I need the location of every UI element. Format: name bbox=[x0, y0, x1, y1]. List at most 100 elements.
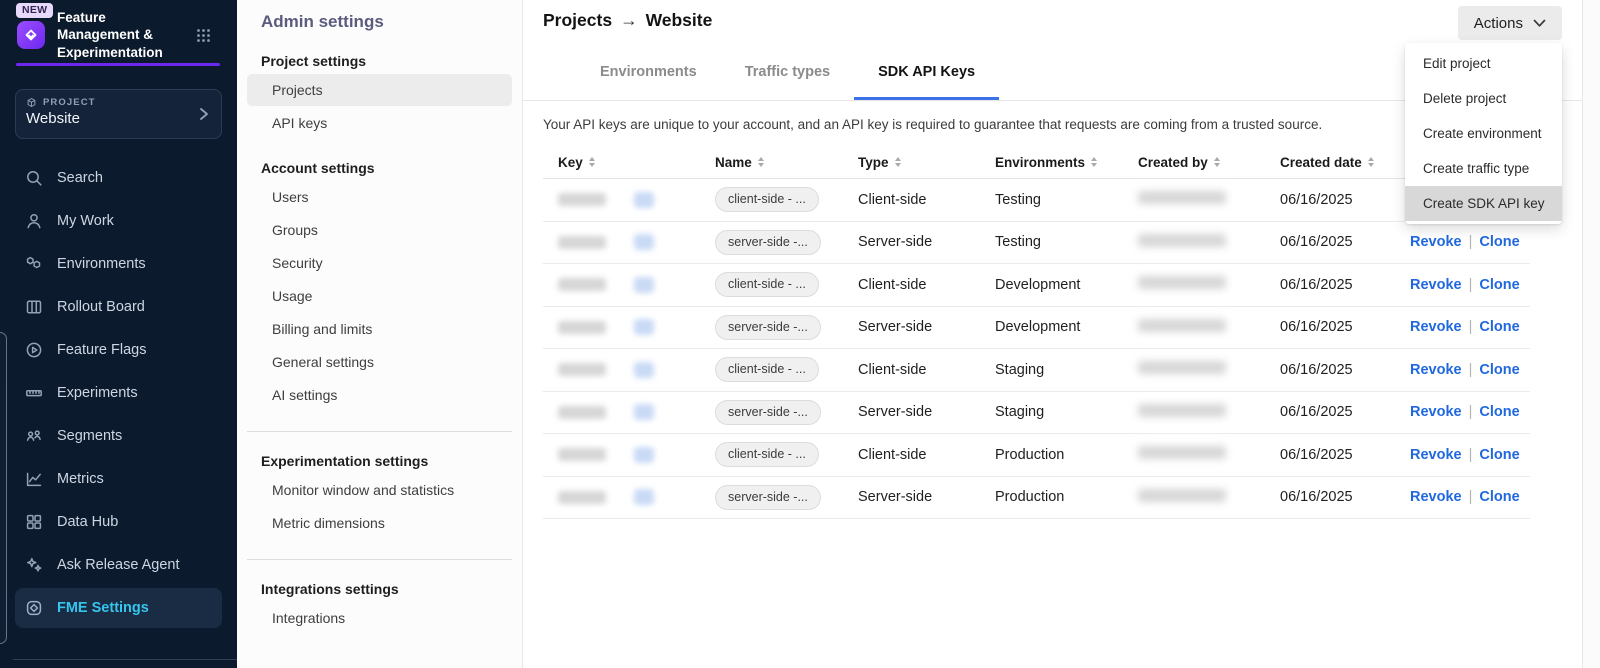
column-header-key[interactable]: Key bbox=[543, 155, 700, 170]
menu-item[interactable]: Create environment bbox=[1405, 116, 1562, 151]
sidebar-item-environments[interactable]: Environments bbox=[15, 242, 222, 285]
column-header-environments[interactable]: Environments bbox=[980, 155, 1123, 170]
sidebar-item-metrics[interactable]: Metrics bbox=[15, 457, 222, 500]
app-sidebar: NEW Feature Management & Experimentation… bbox=[0, 0, 237, 668]
settings-item-api-keys[interactable]: API keys bbox=[247, 107, 512, 139]
menu-item[interactable]: Delete project bbox=[1405, 81, 1562, 116]
api-key-type: Client-side bbox=[843, 362, 980, 378]
clone-link[interactable]: Clone bbox=[1479, 234, 1519, 250]
settings-item-billing-and-limits[interactable]: Billing and limits bbox=[247, 313, 512, 345]
clone-link[interactable]: Clone bbox=[1479, 404, 1519, 420]
clone-link[interactable]: Clone bbox=[1479, 362, 1519, 378]
clone-link[interactable]: Clone bbox=[1479, 319, 1519, 335]
settings-item-groups[interactable]: Groups bbox=[247, 214, 512, 246]
table-row: server-side -... Server-side Production … bbox=[543, 477, 1530, 520]
created-date: 06/16/2025 bbox=[1265, 362, 1395, 378]
breadcrumb-arrow: → bbox=[620, 10, 638, 31]
environments-icon bbox=[25, 255, 43, 273]
sidebar-item-segments[interactable]: Segments bbox=[15, 414, 222, 457]
breadcrumb-root[interactable]: Projects bbox=[543, 10, 612, 31]
revoke-link[interactable]: Revoke bbox=[1410, 277, 1462, 293]
divider bbox=[247, 559, 512, 560]
api-key-type: Client-side bbox=[843, 277, 980, 293]
revoke-link[interactable]: Revoke bbox=[1410, 234, 1462, 250]
copy-icon[interactable] bbox=[634, 404, 654, 420]
copy-icon[interactable] bbox=[634, 234, 654, 250]
menu-item[interactable]: Edit project bbox=[1405, 46, 1562, 81]
column-header-type[interactable]: Type bbox=[843, 155, 980, 170]
section-integrations-settings: Integrations settings bbox=[261, 581, 522, 597]
settings-item-usage[interactable]: Usage bbox=[247, 280, 512, 312]
admin-settings-panel: Admin settings Project settings Projects… bbox=[237, 0, 523, 668]
copy-icon[interactable] bbox=[634, 447, 654, 463]
settings-item-general-settings[interactable]: General settings bbox=[247, 346, 512, 378]
menu-item[interactable]: Create traffic type bbox=[1405, 151, 1562, 186]
api-key-name-pill: client-side - ... bbox=[715, 442, 819, 467]
sort-icon[interactable] bbox=[589, 157, 595, 167]
column-header-name[interactable]: Name bbox=[700, 155, 843, 170]
revoke-link[interactable]: Revoke bbox=[1410, 362, 1462, 378]
sort-icon[interactable] bbox=[758, 157, 764, 167]
table-row: client-side - ... Client-side Developmen… bbox=[543, 264, 1530, 307]
sidebar-item-ask-release-agent[interactable]: Ask Release Agent bbox=[15, 543, 222, 586]
sidebar-item-my-work[interactable]: My Work bbox=[15, 199, 222, 242]
project-selector[interactable]: PROJECT Website bbox=[15, 89, 222, 139]
chevron-right-icon bbox=[197, 106, 211, 127]
sidebar-item-feature-flags[interactable]: Feature Flags bbox=[15, 328, 222, 371]
revoke-link[interactable]: Revoke bbox=[1410, 489, 1462, 505]
copy-icon[interactable] bbox=[634, 277, 654, 293]
redacted-created-by bbox=[1138, 404, 1226, 417]
revoke-link[interactable]: Revoke bbox=[1410, 319, 1462, 335]
table-row: server-side -... Server-side Testing 06/… bbox=[543, 222, 1530, 265]
admin-settings-title: Admin settings bbox=[261, 12, 522, 32]
settings-item-metric-dimensions[interactable]: Metric dimensions bbox=[247, 507, 512, 539]
sort-icon[interactable] bbox=[895, 157, 901, 167]
section-account-settings: Account settings bbox=[261, 160, 522, 176]
api-key-type: Server-side bbox=[843, 489, 980, 505]
tab-traffic-types[interactable]: Traffic types bbox=[721, 45, 854, 100]
column-header-created-date[interactable]: Created date bbox=[1265, 155, 1395, 170]
settings-item-monitor-window[interactable]: Monitor window and statistics bbox=[247, 474, 512, 506]
api-key-name-pill: client-side - ... bbox=[715, 187, 819, 212]
fme-settings-icon bbox=[25, 599, 43, 617]
breadcrumb: Projects → Website bbox=[543, 10, 712, 31]
sidebar-item-data-hub[interactable]: Data Hub bbox=[15, 500, 222, 543]
actions-button[interactable]: Actions bbox=[1458, 6, 1562, 40]
tab-environments[interactable]: Environments bbox=[576, 45, 721, 100]
sort-icon[interactable] bbox=[1368, 157, 1374, 167]
settings-item-users[interactable]: Users bbox=[247, 181, 512, 213]
settings-item-security[interactable]: Security bbox=[247, 247, 512, 279]
sidebar-item-fme-settings[interactable]: FME Settings bbox=[15, 588, 222, 628]
scrollbar-gutter[interactable] bbox=[1582, 0, 1600, 668]
clone-link[interactable]: Clone bbox=[1479, 489, 1519, 505]
copy-icon[interactable] bbox=[634, 489, 654, 505]
sidebar-item-rollout-board[interactable]: Rollout Board bbox=[15, 285, 222, 328]
sort-icon[interactable] bbox=[1214, 157, 1220, 167]
clone-link[interactable]: Clone bbox=[1479, 447, 1519, 463]
settings-item-projects[interactable]: Projects bbox=[247, 74, 512, 106]
menu-item[interactable]: Create SDK API key bbox=[1405, 186, 1562, 221]
table-row: server-side -... Server-side Development… bbox=[543, 307, 1530, 350]
redacted-created-by bbox=[1138, 234, 1226, 247]
clone-link[interactable]: Clone bbox=[1479, 277, 1519, 293]
tab-sdk-api-keys[interactable]: SDK API Keys bbox=[854, 45, 999, 100]
left-drawer-handle[interactable] bbox=[0, 332, 7, 644]
breadcrumb-current: Website bbox=[646, 10, 713, 31]
column-header-created-by[interactable]: Created by bbox=[1123, 155, 1265, 170]
app-logo-icon bbox=[17, 21, 45, 49]
revoke-link[interactable]: Revoke bbox=[1410, 447, 1462, 463]
api-key-type: Client-side bbox=[843, 192, 980, 208]
copy-icon[interactable] bbox=[634, 192, 654, 208]
metrics-icon bbox=[25, 470, 43, 488]
copy-icon[interactable] bbox=[634, 319, 654, 335]
copy-icon[interactable] bbox=[634, 362, 654, 378]
api-key-environment: Testing bbox=[980, 234, 1123, 250]
sidebar-item-search[interactable]: Search bbox=[15, 156, 222, 199]
settings-item-integrations[interactable]: Integrations bbox=[247, 602, 512, 634]
section-experimentation-settings: Experimentation settings bbox=[261, 453, 522, 469]
app-switcher-grid-icon[interactable] bbox=[196, 28, 211, 48]
sidebar-item-experiments[interactable]: Experiments bbox=[15, 371, 222, 414]
sort-icon[interactable] bbox=[1091, 157, 1097, 167]
settings-item-ai-settings[interactable]: AI settings bbox=[247, 379, 512, 411]
revoke-link[interactable]: Revoke bbox=[1410, 404, 1462, 420]
